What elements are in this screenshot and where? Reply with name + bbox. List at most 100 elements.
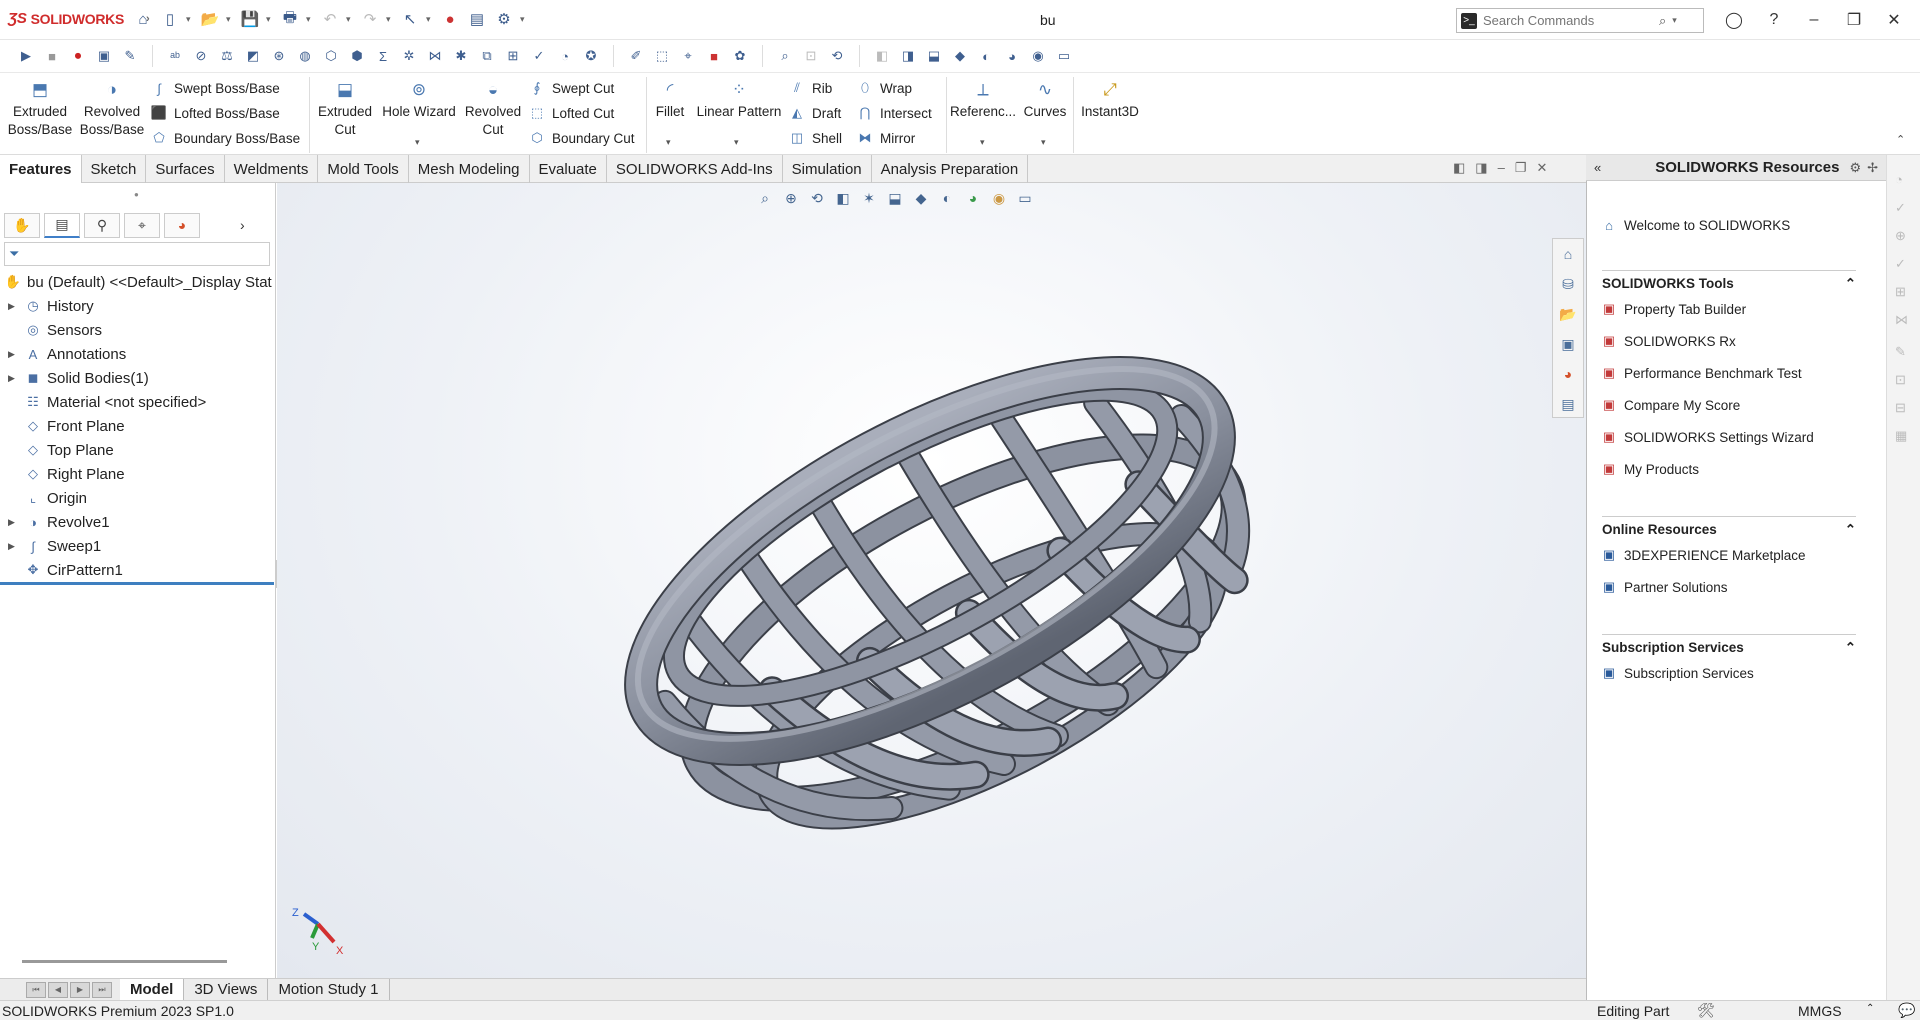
linear-pattern-caret-icon[interactable]: ▾ [734, 137, 739, 148]
dimxpert-tab-icon[interactable]: ⌖ [124, 212, 160, 238]
revolved-cut-button[interactable]: ◒ Revolved Cut [462, 79, 524, 139]
file-explorer-icon[interactable]: 📂 [1557, 303, 1579, 325]
equations-icon[interactable]: Σ [373, 46, 393, 66]
tab-mesh-modeling[interactable]: Mesh Modeling [409, 155, 530, 183]
resources-home-icon[interactable]: ⌂ [1557, 243, 1579, 265]
units-text[interactable]: MMGS [1798, 1003, 1842, 1019]
help-icon[interactable]: ? [1755, 6, 1793, 34]
zoom-area-icon[interactable]: ⊡ [801, 46, 821, 66]
print-caret-icon[interactable]: ▾ [306, 14, 314, 25]
reference-caret-icon[interactable]: ▾ [980, 137, 985, 148]
simulation-icon[interactable]: ✿ [730, 46, 750, 66]
3d-sketch-icon[interactable]: ⬚ [652, 46, 672, 66]
previous-tab-icon[interactable]: ◀ [48, 981, 68, 998]
appearances-icon[interactable]: ◕ [1557, 363, 1579, 385]
undo-icon[interactable]: ↶ [319, 8, 341, 30]
undo-caret-icon[interactable]: ▾ [346, 14, 354, 25]
curves-button[interactable]: ∿ Curves [1020, 79, 1070, 121]
account-icon[interactable]: ◯ [1715, 6, 1753, 34]
lofted-cut-button[interactable]: ⬚ Lofted Cut [528, 102, 614, 124]
tile-right-icon[interactable]: ◨ [1475, 160, 1487, 176]
shell-button[interactable]: ◫ Shell [788, 127, 842, 149]
collapse-pane-icon[interactable]: « [1594, 160, 1601, 175]
intersect-button[interactable]: ⋂ Intersect [856, 102, 932, 124]
tree-root[interactable]: ✋ bu (Default) <<Default>_Display Stat [0, 270, 272, 294]
tree-item[interactable]: ◇ Top Plane [0, 438, 114, 462]
panel-grip-icon[interactable]: ● [134, 190, 139, 199]
zoom-to-fit-icon[interactable]: ⌕ [755, 188, 775, 208]
check-icon[interactable]: ⊛ [269, 46, 289, 66]
tree-item[interactable]: ☷ Material <not specified> [0, 390, 206, 414]
tree-item[interactable]: ▶ ◑ Revolve1 [0, 510, 110, 534]
tree-item[interactable]: ✥ CirPattern1 [0, 558, 123, 582]
curves-caret-icon[interactable]: ▾ [1041, 137, 1046, 148]
rebuild-icon[interactable]: ■ [704, 46, 724, 66]
undercut-analysis-icon[interactable]: ⧉ [477, 46, 497, 66]
design-library-icon[interactable]: ⛁ [1557, 273, 1579, 295]
hide-show-items-icon[interactable]: ◐ [937, 188, 957, 208]
boundary-boss-button[interactable]: ⬠ Boundary Boss/Base [150, 127, 300, 149]
previous-view-icon[interactable]: ⟲ [827, 46, 847, 66]
tools-link[interactable]: ▣ Performance Benchmark Test [1600, 364, 1802, 382]
mass-properties-icon[interactable]: ⚖ [217, 46, 237, 66]
property-manager-tab-icon[interactable]: ▤ [44, 212, 80, 238]
measure-icon[interactable]: ⊘ [191, 46, 211, 66]
new-caret-icon[interactable]: ▾ [186, 14, 194, 25]
options-gear-icon[interactable]: ⚙ [493, 8, 515, 30]
tab-3d-views[interactable]: 3D Views [184, 978, 269, 1001]
parting-line-icon[interactable]: ⊞ [503, 46, 523, 66]
tree-item[interactable]: ▶ ∫ Sweep1 [0, 534, 101, 558]
tab-weldments[interactable]: Weldments [225, 155, 319, 183]
hole-wizard-button[interactable]: ⊚ Hole Wizard [380, 79, 458, 121]
search-icon[interactable]: ⌕ [1659, 13, 1666, 29]
revolved-boss-button[interactable]: ◑ Revolved Boss/Base [78, 79, 146, 139]
zoom-to-area-icon[interactable]: ⊕ [781, 188, 801, 208]
view-settings-icon[interactable]: ▭ [1054, 46, 1074, 66]
tree-filter[interactable]: ⏷ [4, 242, 270, 266]
rebuild-status-icon[interactable]: 🛠 [1697, 1002, 1715, 1019]
extruded-boss-button[interactable]: ⬒ Extruded Boss/Base [8, 79, 73, 139]
tile-left-icon[interactable]: ◧ [1453, 160, 1465, 176]
filter-icon[interactable]: ⏷ [9, 246, 19, 262]
tools-link[interactable]: ▣ Compare My Score [1600, 396, 1740, 414]
pin-pane-icon[interactable]: ✢ [1867, 160, 1878, 176]
tools-section-header[interactable]: SOLIDWORKS Tools ⌃ [1602, 270, 1856, 292]
chevron-up-icon[interactable]: ⌃ [1845, 640, 1856, 656]
deviation-analysis-icon[interactable]: ⬢ [347, 46, 367, 66]
import-diagnostics-icon[interactable]: ⬡ [321, 46, 341, 66]
fillet-caret-icon[interactable]: ▾ [666, 137, 671, 148]
options-caret-icon[interactable]: ▾ [520, 14, 528, 25]
search-caret-icon[interactable]: ▾ [1672, 15, 1677, 26]
display-style-icon[interactable]: ◆ [950, 46, 970, 66]
file-properties-icon[interactable]: ▤ [466, 8, 488, 30]
tree-item[interactable]: ▶ ◼ Solid Bodies(1) [0, 366, 149, 390]
expand-arrow-icon[interactable]: ▶ [8, 349, 18, 360]
linear-pattern-button[interactable]: ⁘ Linear Pattern [692, 79, 786, 121]
save-icon[interactable]: 💾 [239, 8, 261, 30]
tab-evaluate[interactable]: Evaluate [530, 155, 607, 183]
traffic-light-icon[interactable]: ● [439, 8, 461, 30]
panel-tabs-more-icon[interactable]: › [240, 217, 245, 233]
hide-show-icon[interactable]: ◐ [976, 46, 996, 66]
tools-link[interactable]: ▣ SOLIDWORKS Settings Wizard [1600, 428, 1814, 446]
redo-caret-icon[interactable]: ▾ [386, 14, 394, 25]
configuration-manager-tab-icon[interactable]: ⚲ [84, 212, 120, 238]
dynamic-annotation-view-icon[interactable]: ✶ [859, 188, 879, 208]
mirror-button[interactable]: ⧓ Mirror [856, 127, 916, 149]
reference-geometry-button[interactable]: ⟂ Referenc... [950, 79, 1016, 121]
hole-wizard-caret-icon[interactable]: ▾ [415, 137, 420, 148]
online-link[interactable]: ▣ 3DEXPERIENCE Marketplace [1600, 546, 1806, 564]
select-arrow-icon[interactable]: ↖ [399, 8, 421, 30]
select-caret-icon[interactable]: ▾ [426, 14, 434, 25]
fillet-button[interactable]: ◜ Fillet [652, 79, 688, 121]
tree-item[interactable]: ◎ Sensors [0, 318, 102, 342]
tab-analysis-preparation[interactable]: Analysis Preparation [872, 155, 1029, 183]
swept-cut-button[interactable]: ∮ Swept Cut [528, 77, 615, 99]
print-icon[interactable]: 🖶 [279, 8, 301, 30]
search-commands-box[interactable]: >_ ⌕ ▾ [1456, 8, 1704, 33]
search-input[interactable] [1483, 13, 1653, 28]
minimize-button[interactable]: – [1795, 6, 1833, 34]
graphics-area[interactable] [277, 183, 1586, 978]
next-tab-icon[interactable]: ▶ [70, 981, 90, 998]
units-caret-icon[interactable]: ⌃ [1866, 1003, 1874, 1014]
